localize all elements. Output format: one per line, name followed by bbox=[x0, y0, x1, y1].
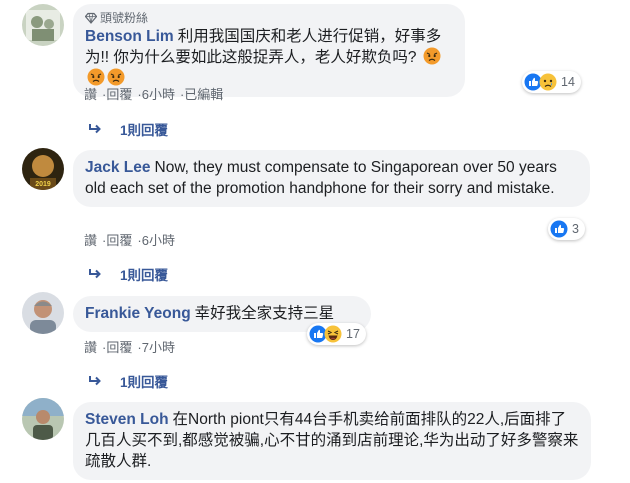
svg-text:2019: 2019 bbox=[35, 181, 51, 188]
timestamp[interactable]: 7小時 bbox=[142, 340, 175, 355]
replies-count-label: 1則回覆 bbox=[120, 123, 169, 138]
comment-text: 幸好我全家支持三星 bbox=[194, 305, 335, 322]
sad-icon bbox=[539, 73, 557, 91]
comment-actions: 讚 ·回覆 ·7小時 bbox=[84, 340, 175, 355]
like-link[interactable]: 讚 bbox=[84, 233, 97, 248]
author-name[interactable]: Jack Lee bbox=[85, 159, 151, 176]
view-replies-link[interactable]: 1則回覆 bbox=[88, 371, 168, 391]
reaction-summary[interactable]: 3 bbox=[548, 218, 585, 240]
view-replies-link[interactable]: 1則回覆 bbox=[88, 264, 168, 284]
reply-arrow-icon bbox=[89, 376, 101, 386]
badge-label: 頭號粉絲 bbox=[100, 11, 149, 25]
reaction-count: 17 bbox=[346, 327, 360, 341]
reply-link[interactable]: 回覆 bbox=[106, 340, 132, 355]
like-link[interactable]: 讚 bbox=[84, 340, 97, 355]
timestamp[interactable]: 6小時 bbox=[142, 233, 175, 248]
author-name[interactable]: Steven Loh bbox=[85, 411, 169, 428]
comment-bubble: Steven Loh 在North piont只有44台手机卖给前面排队的22人,… bbox=[73, 402, 591, 480]
like-link[interactable]: 讚 bbox=[84, 87, 97, 102]
author-name[interactable]: Frankie Yeong bbox=[85, 305, 191, 322]
avatar[interactable] bbox=[22, 292, 64, 334]
reaction-summary[interactable]: 14 bbox=[522, 71, 581, 93]
replies-count-label: 1則回覆 bbox=[120, 268, 169, 283]
comment-text: Now, they must compensate to Singaporean… bbox=[85, 159, 557, 197]
view-replies-link[interactable]: 1則回覆 bbox=[88, 119, 168, 139]
comment-actions: 讚 ·回覆 ·6小時 ·已編輯 bbox=[84, 87, 224, 102]
reaction-count: 3 bbox=[572, 222, 579, 236]
replies-count-label: 1則回覆 bbox=[120, 375, 169, 390]
angry-face-emoji bbox=[423, 47, 441, 65]
like-icon bbox=[550, 220, 568, 238]
avatar[interactable] bbox=[22, 398, 64, 440]
reaction-summary[interactable]: 17 bbox=[307, 323, 366, 345]
haha-icon bbox=[324, 325, 342, 343]
reaction-count: 14 bbox=[561, 75, 575, 89]
reply-arrow-icon bbox=[89, 124, 101, 134]
top-fan-badge: 頭號粉絲 bbox=[85, 11, 453, 25]
diamond-icon bbox=[85, 12, 97, 24]
reply-link[interactable]: 回覆 bbox=[106, 233, 132, 248]
edited-label[interactable]: 已編輯 bbox=[184, 87, 223, 102]
timestamp[interactable]: 6小時 bbox=[142, 87, 175, 102]
avatar[interactable]: 2019 bbox=[22, 148, 64, 190]
author-name[interactable]: Benson Lim bbox=[85, 28, 174, 45]
avatar[interactable] bbox=[22, 4, 64, 46]
comment-actions: 讚 ·回覆 ·6小時 bbox=[84, 233, 175, 248]
reply-arrow-icon bbox=[89, 269, 101, 279]
comment-bubble: Jack Lee Now, they must compensate to Sin… bbox=[73, 150, 590, 207]
reply-link[interactable]: 回覆 bbox=[106, 87, 132, 102]
